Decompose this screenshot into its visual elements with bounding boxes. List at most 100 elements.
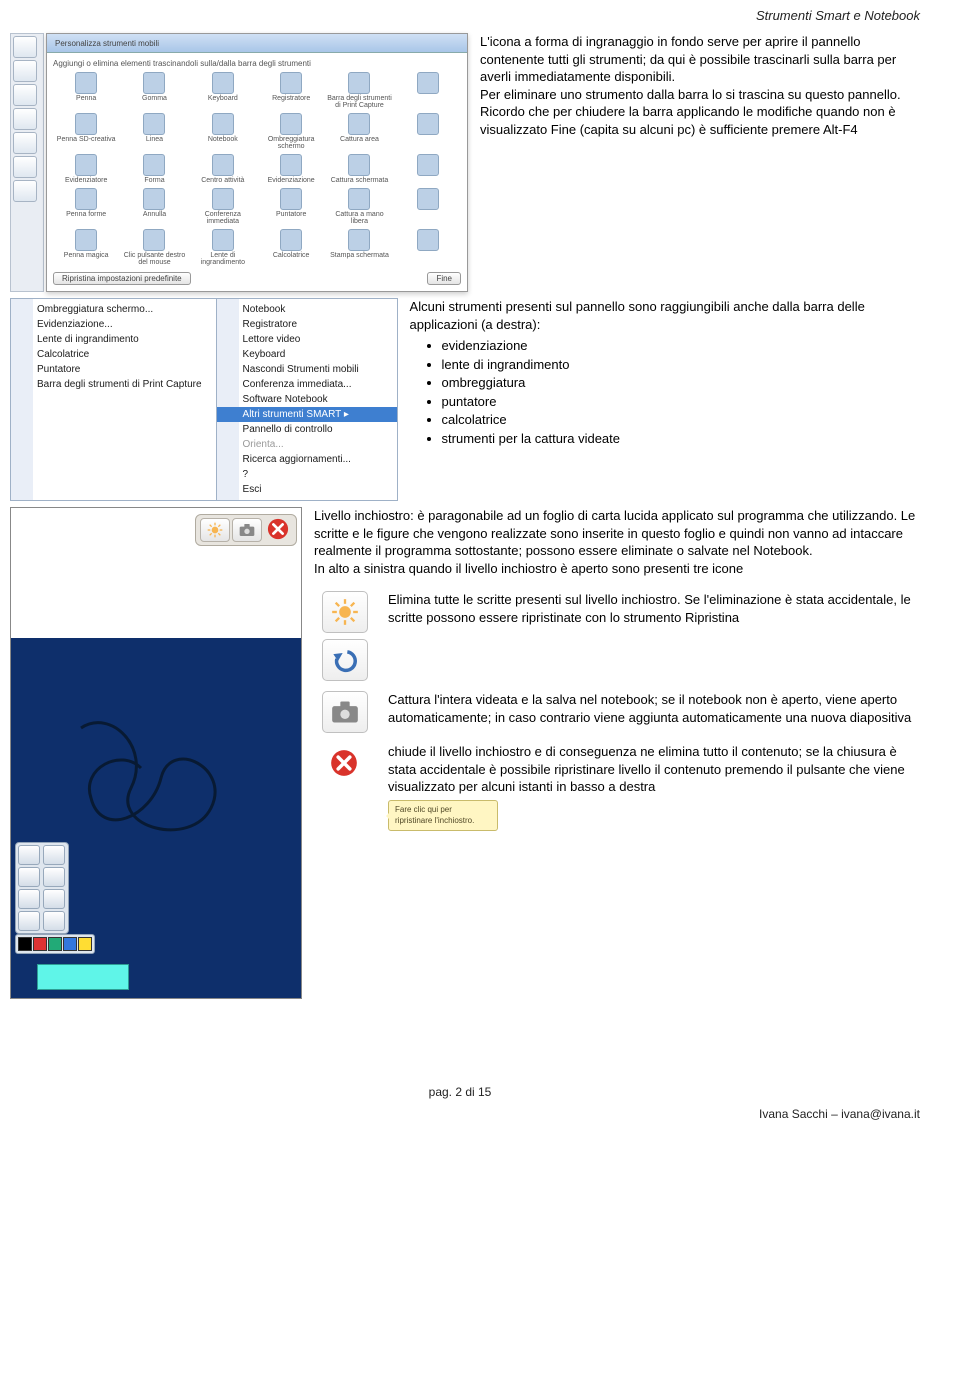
context-menu-illustration: Ombreggiatura schermo...Evidenziazione..… [10,298,398,501]
tool-grid-item[interactable]: Penna forme [53,188,119,225]
tool-grid-item[interactable]: Cattura area [326,113,392,150]
color-swatch[interactable] [78,937,92,951]
tool-grid-item[interactable]: Evidenziatore [53,154,119,184]
bullet-item: lente di ingrandimento [442,356,920,374]
tool-button[interactable] [18,889,40,909]
tool-grid-item[interactable]: Forma [121,154,187,184]
tool-grid-item[interactable]: Barra degli strumenti di Print Capture [326,72,392,109]
menu-item[interactable]: Registratore [217,317,397,332]
menu-item[interactable]: Keyboard [217,347,397,362]
icon-desc-1: Cattura l'intera videata e la salva nel … [382,687,918,737]
author-line: Ivana Sacchi – ivana@ivana.it [0,1107,920,1121]
toolbar-button[interactable] [13,132,37,154]
tool-grid-item[interactable]: Gomma [121,72,187,109]
window-title: Personalizza strumenti mobili [51,39,463,48]
menu-item[interactable]: Orienta... [217,437,397,452]
strumenti-bullet-list: evidenziazionelente di ingrandimentoombr… [410,337,920,447]
bullet-item: ombreggiatura [442,374,920,392]
menu-item[interactable]: Puntatore [11,362,216,377]
menu-item[interactable]: Barra degli strumenti di Print Capture [11,377,216,392]
context-menu-left: Ombreggiatura schermo...Evidenziazione..… [10,298,217,501]
tool-grid-item[interactable]: Notebook [190,113,256,150]
window-titlebar: Personalizza strumenti mobili [47,34,467,53]
menu-item[interactable]: Calcolatrice [11,347,216,362]
tool-grid-item[interactable]: Ombreggiatura schermo [258,113,324,150]
tool-grid-item[interactable] [395,113,461,150]
ink-top-area [11,508,301,638]
color-strip [15,934,95,954]
tool-button[interactable] [18,867,40,887]
toolbar-button[interactable] [13,60,37,82]
tool-button[interactable] [18,845,40,865]
color-swatch[interactable] [33,937,47,951]
tool-grid-item[interactable]: Linea [121,113,187,150]
color-swatch[interactable] [63,937,77,951]
menu-item[interactable]: Notebook [217,302,397,317]
menu-item[interactable]: Ricerca aggiornamenti... [217,452,397,467]
menu-item[interactable]: Nascondi Strumenti mobili [217,362,397,377]
tool-grid-item[interactable]: Puntatore [258,188,324,225]
paragraph-1: L'icona a forma di ingranaggio in fondo … [480,33,920,138]
icon-desc-0: Elimina tutte le scritte presenti sul li… [382,587,918,685]
tool-grid-item[interactable]: Keyboard [190,72,256,109]
tool-grid-item[interactable] [395,72,461,109]
floating-toolbox [15,842,69,934]
tool-grid-item[interactable]: Penna magica [53,229,119,266]
content: Personalizza strumenti mobili Aggiungi o… [0,27,960,999]
menu-item[interactable]: Pannello di controllo [217,422,397,437]
bullet-item: puntatore [442,393,920,411]
menu-item[interactable]: Lettore video [217,332,397,347]
tool-grid-item[interactable]: Centro attività [190,154,256,184]
gear-icon[interactable] [13,180,37,202]
toolbar-button[interactable] [13,84,37,106]
tool-grid-item[interactable]: Cattura schermata [326,154,392,184]
menu-item[interactable]: Conferenza immediata... [217,377,397,392]
tool-grid-item[interactable] [395,188,461,225]
menu-item[interactable]: Evidenziazione... [11,317,216,332]
tool-grid-item[interactable]: Registratore [258,72,324,109]
close-ink-button[interactable] [264,518,292,540]
capture-screen-button[interactable] [232,518,262,542]
tool-button[interactable] [43,911,65,931]
tool-grid-item[interactable] [395,154,461,184]
ink-icons-table: Elimina tutte le scritte presenti sul li… [314,585,920,837]
customize-tools-window: Personalizza strumenti mobili Aggiungi o… [46,33,468,292]
ink-screenshot [10,507,302,999]
bullet-item: calcolatrice [442,411,920,429]
paragraph-2-intro: Alcuni strumenti presenti sul pannello s… [410,299,865,332]
restore-defaults-button[interactable]: Ripristina impostazioni predefinite [53,272,191,285]
tool-button[interactable] [18,911,40,931]
color-swatch[interactable] [18,937,32,951]
paragraph-3a: Livello inchiostro: è paragonabile ad un… [314,507,920,560]
menu-item[interactable]: Lente di ingrandimento [11,332,216,347]
tool-grid-item[interactable]: Penna [53,72,119,109]
sunburst-icon [322,591,368,633]
tool-grid-item[interactable]: Cattura a mano libera [326,188,392,225]
ink-canvas-area [11,638,301,998]
tool-grid-item[interactable]: Calcolatrice [258,229,324,266]
color-swatch[interactable] [48,937,62,951]
undo-icon [322,639,368,681]
tool-grid-item[interactable]: Lente di ingrandimento [190,229,256,266]
tool-grid-item[interactable]: Conferenza immediata [190,188,256,225]
toolbar-button[interactable] [13,156,37,178]
row-toolpanel: Personalizza strumenti mobili Aggiungi o… [10,33,920,292]
toolbar-button[interactable] [13,36,37,58]
tool-grid-item[interactable]: Clic pulsante destro del mouse [121,229,187,266]
menu-item[interactable]: Software Notebook [217,392,397,407]
tool-grid-item[interactable]: Penna SD-creativa [53,113,119,150]
tool-button[interactable] [43,889,65,909]
menu-item[interactable]: Esci [217,482,397,497]
tool-grid-item[interactable]: Stampa schermata [326,229,392,266]
toolbar-button[interactable] [13,108,37,130]
menu-item[interactable]: Ombreggiatura schermo... [11,302,216,317]
done-button[interactable]: Fine [427,272,461,285]
tool-button[interactable] [43,845,65,865]
tool-grid-item[interactable] [395,229,461,266]
tool-button[interactable] [43,867,65,887]
menu-item[interactable]: ? [217,467,397,482]
clear-ink-button[interactable] [200,518,230,542]
menu-item[interactable]: Altri strumenti SMART ▸ [217,407,397,422]
tool-grid-item[interactable]: Evidenziazione [258,154,324,184]
tool-grid-item[interactable]: Annulla [121,188,187,225]
